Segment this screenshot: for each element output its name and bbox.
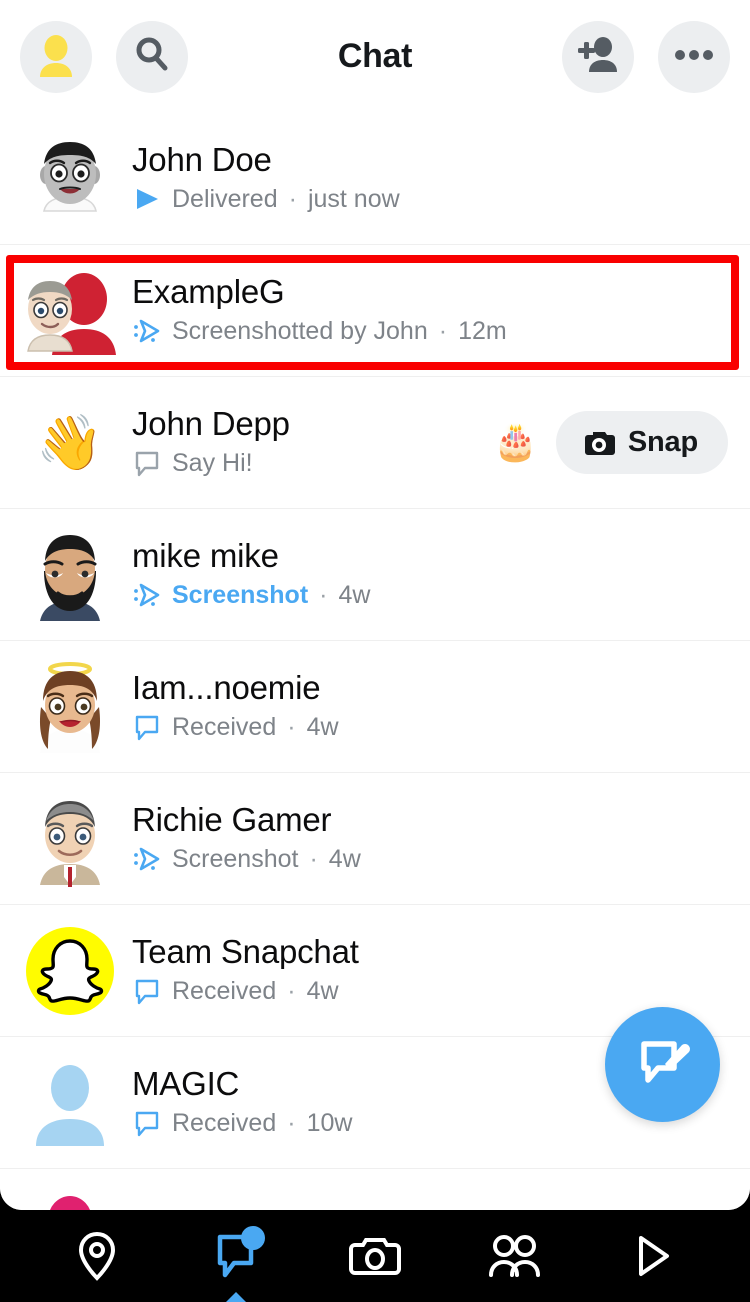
- chat-row-john-depp[interactable]: 👋 John Depp Say Hi! 🎂 Snap: [0, 377, 750, 509]
- chat-status-text: Say Hi!: [172, 448, 253, 477]
- chat-status-text: Delivered: [172, 184, 278, 213]
- bitmoji-grayscale-male-icon: [40, 141, 100, 212]
- separator: ·: [288, 184, 297, 213]
- screenshot-arrow-icon: [134, 320, 160, 343]
- chat-status-text: Screenshot: [172, 580, 309, 609]
- separator: ·: [309, 844, 318, 873]
- chat-timestamp: 4w: [328, 844, 361, 873]
- chat-status-text: Screenshot: [172, 844, 299, 873]
- delivered-arrow-icon: [137, 189, 158, 210]
- avatar: [22, 131, 118, 227]
- camera-icon: [348, 1238, 401, 1275]
- waving-hand-emoji-icon: 👋: [36, 410, 104, 474]
- add-friend-icon: [577, 34, 619, 79]
- nav-item-chat[interactable]: [191, 1210, 281, 1302]
- separator: ·: [287, 976, 296, 1005]
- active-tab-indicator: [224, 1292, 249, 1302]
- chat-bubble-outline-icon: [135, 980, 159, 1005]
- chat-row-mike-mike[interactable]: mike mike Screenshot · 4w: [0, 509, 750, 641]
- avatar: [22, 659, 118, 755]
- chat-bubble-outline-icon: [135, 452, 159, 477]
- more-options-icon: [675, 48, 713, 66]
- screenshot-arrow-icon: [134, 848, 160, 871]
- chat-name: Richie Gamer: [132, 802, 332, 838]
- app-header: Chat: [0, 0, 750, 113]
- chat-status: Screenshotted by John · 12m: [132, 316, 728, 346]
- friends-icon: [488, 1235, 540, 1277]
- chat-row-john-doe[interactable]: John Doe Delivered · just now: [0, 113, 750, 245]
- camera-icon: [584, 431, 615, 455]
- more-options-button[interactable]: [658, 20, 730, 93]
- chat-bubble-outline-icon: [135, 1112, 159, 1137]
- avatar: [22, 527, 118, 623]
- chat-row-partial[interactable]: [0, 1169, 750, 1210]
- chat-status: Received · 4w: [132, 976, 728, 1006]
- chat-timestamp: just now: [307, 184, 400, 213]
- default-silhouette-blue-icon: [36, 1064, 104, 1146]
- chat-name: Iam...noemie: [132, 670, 321, 706]
- avatar: [22, 923, 118, 1019]
- nav-item-friends[interactable]: [469, 1210, 559, 1302]
- chat-name: ExampleG: [132, 274, 285, 310]
- chat-status-text: Received: [172, 712, 277, 741]
- app-content-sheet: Chat John Doe Delivered · just now Examp…: [0, 0, 750, 1210]
- group-bitmoji-red-icon: [27, 272, 116, 355]
- row-actions: 🎂 Snap: [493, 411, 728, 474]
- avatar: [22, 1187, 118, 1210]
- chat-timestamp: 12m: [458, 316, 507, 345]
- avatar: [22, 1055, 118, 1151]
- chat-unread-badge: [241, 1226, 266, 1250]
- nav-item-stories[interactable]: [608, 1210, 698, 1302]
- add-friend-button[interactable]: [562, 20, 634, 93]
- separator: ·: [287, 712, 296, 741]
- chat-row-richie-gamer[interactable]: Richie Gamer Screenshot · 4w: [0, 773, 750, 905]
- chat-timestamp: 10w: [306, 1108, 353, 1137]
- chat-bubble-outline-icon: [135, 716, 159, 741]
- snap-button[interactable]: Snap: [555, 411, 728, 474]
- chat-row-iam-noemie[interactable]: Iam...noemie Received · 4w: [0, 641, 750, 773]
- chat-status: Screenshot · 4w: [132, 580, 728, 610]
- chat-status: Delivered · just now: [132, 184, 728, 214]
- avatar: [22, 263, 118, 359]
- profile-avatar-icon: [33, 31, 79, 82]
- separator: ·: [287, 1108, 296, 1137]
- search-icon: [133, 35, 171, 78]
- chat-name: Team Snapchat: [132, 934, 359, 970]
- nav-item-map[interactable]: [52, 1210, 142, 1302]
- birthday-cake-icon: 🎂: [493, 421, 538, 463]
- screenshot-arrow-icon: [134, 584, 160, 607]
- separator: ·: [438, 316, 448, 345]
- chat-status: Received · 4w: [132, 712, 728, 742]
- bitmoji-female-halo-icon: [39, 661, 101, 753]
- bitmoji-partial-icon: [49, 1195, 91, 1210]
- avatar: [22, 791, 118, 887]
- new-chat-button[interactable]: [605, 1007, 720, 1122]
- chat-row-exampleg[interactable]: ExampleG Screenshotted by John · 12m: [0, 245, 750, 377]
- location-pin-icon: [79, 1231, 116, 1281]
- bitmoji-grey-hair-male-icon: [40, 800, 100, 887]
- play-arrow-icon: [638, 1236, 669, 1276]
- chat-name: John Depp: [132, 406, 290, 442]
- chat-status-text: Screenshotted by John: [172, 316, 428, 345]
- chat-timestamp: 4w: [338, 580, 371, 609]
- chat-timestamp: 4w: [306, 712, 339, 741]
- snapchat-chat-screen: Chat John Doe Delivered · just now Examp…: [0, 0, 750, 1302]
- new-chat-compose-icon: [640, 1040, 690, 1083]
- snap-button-label: Snap: [627, 426, 698, 458]
- chat-status-text: Received: [172, 1108, 277, 1137]
- chat-timestamp: 4w: [306, 976, 339, 1005]
- bitmoji-bearded-male-icon: [40, 534, 100, 621]
- avatar: 👋: [22, 395, 118, 491]
- chat-status: Say Hi!: [132, 448, 481, 478]
- profile-avatar-button[interactable]: [20, 20, 92, 93]
- search-button[interactable]: [116, 20, 188, 93]
- chat-name: mike mike: [132, 538, 279, 574]
- bottom-navigation-bar: [0, 1210, 750, 1302]
- chat-status: Screenshot · 4w: [132, 844, 728, 874]
- separator: ·: [319, 580, 328, 609]
- chat-name: John Doe: [132, 142, 272, 178]
- chat-status-text: Received: [172, 976, 277, 1005]
- snapchat-ghost-logo-icon: [26, 926, 114, 1015]
- nav-item-camera[interactable]: [330, 1210, 420, 1302]
